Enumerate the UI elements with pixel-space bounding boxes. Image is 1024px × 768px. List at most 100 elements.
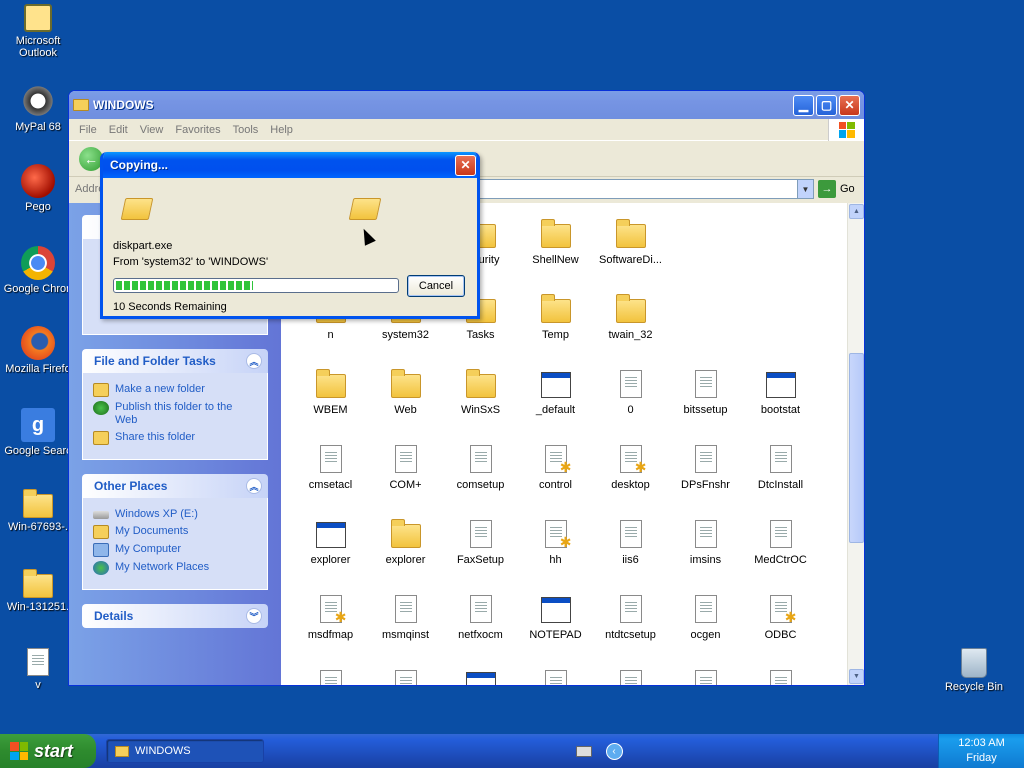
- menu-favorites[interactable]: Favorites: [171, 122, 224, 138]
- file-item[interactable]: desktop: [593, 420, 668, 495]
- file-item[interactable]: twain_32: [593, 270, 668, 345]
- file-item[interactable]: WBEM: [293, 345, 368, 420]
- file-label: ShellNew: [532, 254, 579, 266]
- my-computer-link[interactable]: My Computer: [93, 543, 257, 557]
- file-item[interactable]: regopt: [518, 645, 593, 685]
- keyboard-icon[interactable]: [575, 745, 592, 757]
- collapse-icon[interactable]: ︽: [246, 353, 262, 369]
- show-hidden-icons-button[interactable]: ‹: [605, 742, 623, 760]
- desktop-icon-win-67693[interactable]: Win-67693-.: [0, 488, 76, 533]
- file-item[interactable]: ODBC: [743, 570, 818, 645]
- file-item[interactable]: ntdtcsetup: [593, 570, 668, 645]
- file-item[interactable]: DPsFnshr: [668, 420, 743, 495]
- section-header[interactable]: Details ︾: [82, 604, 268, 628]
- minimize-button[interactable]: ▁: [793, 94, 814, 116]
- desktop-icon-pego[interactable]: Pego: [0, 164, 76, 213]
- file-item[interactable]: MedCtrOC: [743, 495, 818, 570]
- document-icon: [469, 595, 492, 623]
- file-item[interactable]: cmsetacl: [293, 420, 368, 495]
- chevron-down-icon[interactable]: ▼: [797, 180, 813, 198]
- file-item[interactable]: msmqinst: [368, 570, 443, 645]
- file-item[interactable]: comsetup: [443, 420, 518, 495]
- system-clock[interactable]: 12:03 AM Friday: [938, 734, 1024, 768]
- scroll-down-button[interactable]: ▼: [849, 669, 864, 684]
- file-item[interactable]: popcinfo: [368, 645, 443, 685]
- folder-icon: [23, 489, 53, 518]
- file-item[interactable]: 0: [593, 345, 668, 420]
- close-button[interactable]: ✕: [839, 94, 860, 116]
- file-label: twain_32: [608, 329, 653, 341]
- desktop-icon-outlook[interactable]: Microsoft Outlook: [0, 4, 76, 59]
- desktop-icon-win-131251[interactable]: Win-131251.: [0, 568, 76, 613]
- collapse-icon[interactable]: ︽: [246, 478, 262, 494]
- network-icon: [93, 561, 109, 575]
- file-item[interactable]: iis6: [593, 495, 668, 570]
- empty-slot: [743, 270, 818, 345]
- file-item[interactable]: Temp: [518, 270, 593, 345]
- desktop-icon-firefox[interactable]: Mozilla Firefo: [0, 326, 76, 375]
- make-new-folder-link[interactable]: Make a new folder: [93, 383, 257, 397]
- file-item[interactable]: bootstat: [743, 345, 818, 420]
- desktop-icon-mypal[interactable]: MyPal 68: [0, 84, 76, 133]
- file-item[interactable]: COM+: [368, 420, 443, 495]
- file-item[interactable]: ocgen: [668, 570, 743, 645]
- file-item[interactable]: Web: [368, 345, 443, 420]
- file-item[interactable]: bitssetup: [668, 345, 743, 420]
- file-item[interactable]: netfxocm: [443, 570, 518, 645]
- menu-edit[interactable]: Edit: [105, 122, 132, 138]
- expand-icon[interactable]: ︾: [246, 608, 262, 624]
- scroll-thumb[interactable]: [849, 353, 864, 543]
- file-item[interactable]: ODBCINST: [293, 645, 368, 685]
- folder-icon: [540, 219, 571, 248]
- scroll-up-button[interactable]: ▲: [849, 204, 864, 219]
- desktop-icon-v[interactable]: v: [0, 648, 76, 691]
- my-documents-link[interactable]: My Documents: [93, 525, 257, 539]
- start-label: start: [34, 740, 74, 761]
- file-item[interactable]: setupact: [743, 645, 818, 685]
- go-button[interactable]: → Go: [814, 180, 864, 198]
- file-item[interactable]: control: [518, 420, 593, 495]
- vertical-scrollbar[interactable]: ▲ ▼: [847, 203, 864, 685]
- section-header[interactable]: Other Places ︽: [82, 474, 268, 498]
- file-item[interactable]: explorer: [368, 495, 443, 570]
- cancel-button[interactable]: Cancel: [407, 275, 465, 297]
- file-label: NOTEPAD: [529, 629, 582, 641]
- dialog-close-button[interactable]: ✕: [455, 154, 476, 176]
- menu-help[interactable]: Help: [266, 122, 297, 138]
- section-title: Details: [94, 609, 134, 623]
- file-item[interactable]: explorer: [293, 495, 368, 570]
- file-item[interactable]: diskpart: [443, 645, 518, 685]
- desktop-icon-label: Recycle Bin: [944, 681, 1004, 693]
- file-item[interactable]: msdfmap: [293, 570, 368, 645]
- file-item[interactable]: DtcInstall: [743, 420, 818, 495]
- share-folder-link[interactable]: Share this folder: [93, 431, 257, 445]
- dialog-titlebar[interactable]: Copying... ✕: [103, 152, 477, 178]
- file-item[interactable]: SoftwareDi...: [593, 203, 668, 270]
- file-item[interactable]: NOTEPAD: [518, 570, 593, 645]
- file-item[interactable]: FaxSetup: [443, 495, 518, 570]
- window-titlebar[interactable]: WINDOWS ▁ ▢ ✕: [69, 91, 864, 119]
- desktop-icon-google-search[interactable]: g Google Searc: [0, 408, 76, 457]
- start-button[interactable]: start: [0, 734, 96, 768]
- menu-tools[interactable]: Tools: [229, 122, 263, 138]
- menu-view[interactable]: View: [136, 122, 168, 138]
- file-item[interactable]: sessmgr.setup: [668, 645, 743, 685]
- publish-folder-link[interactable]: Publish this folder to the Web: [93, 401, 257, 427]
- my-network-places-link[interactable]: My Network Places: [93, 561, 257, 575]
- file-label: ODBC: [764, 629, 797, 641]
- file-item[interactable]: ShellNew: [518, 203, 593, 270]
- file-item[interactable]: hh: [518, 495, 593, 570]
- taskbar-window-button[interactable]: WINDOWS: [106, 739, 264, 763]
- desktop-icon-recycle-bin[interactable]: Recycle Bin: [936, 648, 1012, 693]
- section-header[interactable]: File and Folder Tasks ︽: [82, 349, 268, 373]
- maximize-button[interactable]: ▢: [816, 94, 837, 116]
- desktop-icon-chrome[interactable]: Google Chron: [0, 246, 76, 295]
- menu-file[interactable]: File: [75, 122, 101, 138]
- file-item[interactable]: SchedLgU: [593, 645, 668, 685]
- windows-xp-drive-link[interactable]: Windows XP (E:): [93, 508, 257, 521]
- file-label: system32: [381, 329, 430, 341]
- file-item[interactable]: WinSxS: [443, 345, 518, 420]
- file-item[interactable]: _default: [518, 345, 593, 420]
- file-item[interactable]: imsins: [668, 495, 743, 570]
- window-title: WINDOWS: [93, 98, 154, 112]
